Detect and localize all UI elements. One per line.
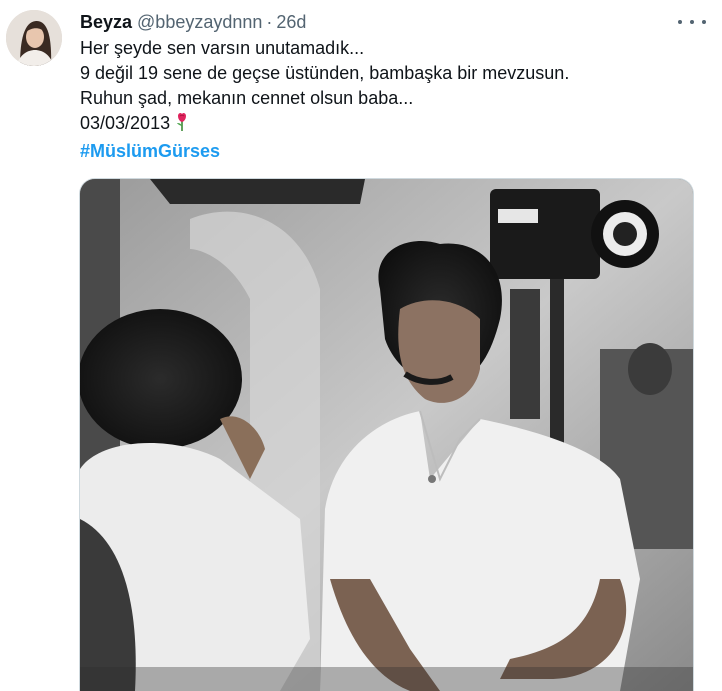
- tweet-text-line: Her şeyde sen varsın unutamadık...: [80, 38, 365, 58]
- more-horizontal-icon: [678, 20, 682, 24]
- tweet-header: Beyza @bbeyzaydnnn · 26d: [80, 10, 706, 34]
- tweet[interactable]: Beyza @bbeyzaydnnn · 26d Her şeyde sen v…: [0, 0, 722, 691]
- rose-icon: [174, 112, 190, 139]
- tweet-timestamp[interactable]: 26d: [276, 10, 306, 34]
- tweet-photo[interactable]: [79, 178, 694, 691]
- display-name[interactable]: Beyza: [80, 10, 132, 34]
- more-options-button[interactable]: [678, 14, 706, 30]
- tweet-text: Her şeyde sen varsın unutamadık... 9 değ…: [80, 36, 706, 164]
- hashtag-link[interactable]: #MüslümGürses: [80, 141, 220, 161]
- tweet-date-line: 03/03/2013: [80, 111, 706, 139]
- tweet-text-line: 9 değil 19 sene de geçse üstünden, bamba…: [80, 63, 570, 83]
- user-handle[interactable]: @bbeyzaydnnn: [137, 10, 262, 34]
- avatar[interactable]: [6, 10, 62, 66]
- tweet-text-line: Ruhun şad, mekanın cennet olsun baba...: [80, 88, 414, 108]
- separator-dot: ·: [266, 12, 273, 32]
- tweet-date: 03/03/2013: [80, 113, 171, 133]
